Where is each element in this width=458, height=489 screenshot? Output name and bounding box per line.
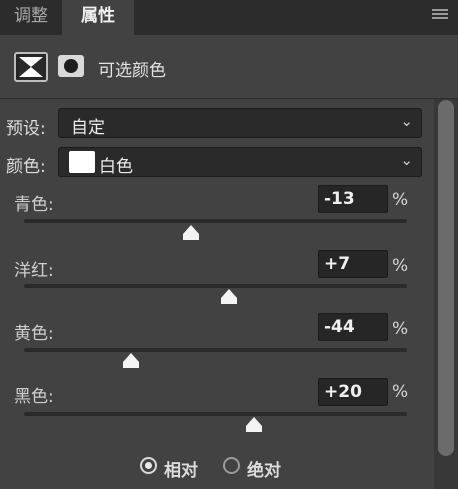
layer-mask-icon[interactable] xyxy=(58,55,84,77)
color-swatch xyxy=(69,151,95,173)
slider-track[interactable] xyxy=(24,219,407,223)
preset-select[interactable]: 自定 ⌄ xyxy=(58,108,422,138)
percent-unit: % xyxy=(392,319,409,339)
tab-adjustments[interactable]: 调整 xyxy=(0,0,62,35)
method-relative-label[interactable]: 相对 xyxy=(164,456,198,481)
percent-unit: % xyxy=(392,382,409,402)
slider-label: 黑色: xyxy=(14,387,54,407)
slider-track[interactable] xyxy=(24,412,407,416)
slider-label: 青色: xyxy=(14,195,54,215)
colors-label: 颜色: xyxy=(6,157,46,177)
header-divider xyxy=(0,98,458,99)
percent-unit: % xyxy=(392,190,409,210)
slider-thumb[interactable] xyxy=(220,289,238,305)
slider-track[interactable] xyxy=(24,284,407,288)
selective-color-adjustment-icon[interactable] xyxy=(14,52,48,82)
method-absolute-radio[interactable] xyxy=(223,457,240,474)
slider-value-input[interactable]: +20 xyxy=(318,378,388,406)
percent-unit: % xyxy=(392,256,409,276)
preset-label: 预设: xyxy=(6,119,46,139)
chevron-down-icon: ⌄ xyxy=(400,112,413,130)
preset-value: 自定 xyxy=(71,118,105,138)
panel-title: 可选颜色 xyxy=(98,61,166,81)
slider-thumb[interactable] xyxy=(182,225,200,241)
scrollbar-thumb[interactable] xyxy=(438,100,454,456)
slider-thumb[interactable] xyxy=(122,353,140,369)
colors-select[interactable]: 白色 ⌄ xyxy=(58,147,422,177)
panel-menu-icon[interactable] xyxy=(432,9,448,23)
properties-panel xyxy=(0,35,458,489)
slider-value-input[interactable]: -13 xyxy=(318,185,388,213)
method-relative-radio[interactable] xyxy=(140,457,157,474)
slider-value-input[interactable]: -44 xyxy=(318,313,388,341)
chevron-down-icon: ⌄ xyxy=(400,151,413,169)
slider-value-input[interactable]: +7 xyxy=(318,250,388,278)
slider-track[interactable] xyxy=(24,348,407,352)
slider-label: 黄色: xyxy=(14,324,54,344)
panel-tab-bar: 调整 属性 xyxy=(0,0,458,35)
method-absolute-label[interactable]: 绝对 xyxy=(247,456,281,481)
slider-label: 洋红: xyxy=(14,261,54,281)
slider-thumb[interactable] xyxy=(245,417,263,433)
tab-properties[interactable]: 属性 xyxy=(62,0,134,35)
colors-value: 白色 xyxy=(99,157,133,177)
